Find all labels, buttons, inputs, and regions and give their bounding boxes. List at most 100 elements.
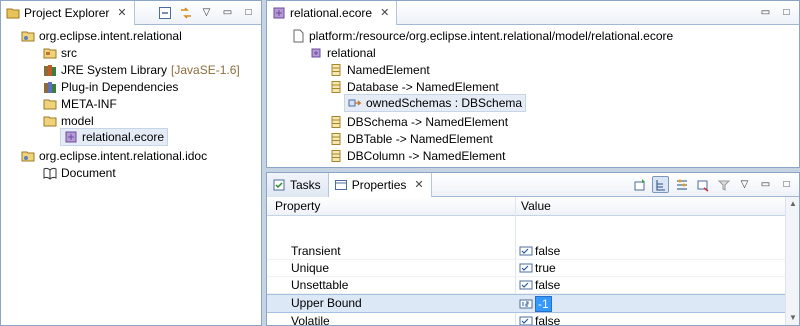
tree-item-src[interactable]: src — [43, 44, 77, 61]
property-name: Upper Bound — [291, 296, 362, 310]
tasks-icon — [273, 179, 285, 191]
property-value-editor[interactable]: -1 — [519, 296, 552, 312]
properties-scrollbar[interactable]: ▲ ▼ — [785, 197, 799, 325]
view-menu-button[interactable]: ▽ — [198, 4, 215, 21]
property-value: false — [535, 244, 561, 258]
tree-item-eclass[interactable]: DBTable -> NamedElement — [329, 130, 493, 147]
editor-tabbar: relational.ecore ✕ ▭ □ — [267, 1, 799, 25]
tree-item-jre[interactable]: JRE System Library [JavaSE-1.6] — [43, 61, 240, 78]
tab-label: Properties — [351, 178, 407, 192]
maximize-icon: □ — [783, 7, 790, 18]
tree-item-idoc-project[interactable]: org.eclipse.intent.relational.idoc — [21, 147, 207, 164]
property-value-cell: false — [519, 314, 560, 325]
property-value: false — [535, 278, 561, 292]
explorer-toolbar: ▽ ▭ □ — [156, 4, 257, 21]
tree-item-eclass[interactable]: DBSchema -> NamedElement — [329, 113, 508, 130]
tree-item-label: src — [61, 45, 77, 60]
property-value: true — [535, 261, 556, 275]
filter-icon — [717, 180, 730, 191]
property-name: Transient — [291, 244, 341, 258]
view-menu-button[interactable]: ▽ — [736, 176, 753, 193]
property-row-upper-bound[interactable]: Upper Bound -1 — [267, 294, 785, 313]
tree-item-ereference[interactable]: ownedSchemas : DBSchema — [344, 94, 527, 112]
minimize-icon: ▭ — [760, 7, 771, 18]
tree-item-label: NamedElement — [347, 62, 430, 77]
maximize-button[interactable]: □ — [778, 4, 795, 21]
tree-item-plugin-dependencies[interactable]: Plug-in Dependencies — [43, 78, 178, 95]
properties-table-header: Property Value — [267, 197, 785, 216]
upper-bound-value-input[interactable]: -1 — [535, 296, 552, 312]
tree-item-label: DBSchema -> NamedElement — [347, 114, 509, 129]
property-row-volatile[interactable]: Volatile false — [267, 313, 785, 325]
eclass-icon — [331, 115, 341, 128]
minimize-icon: ▭ — [222, 7, 233, 18]
tree-item-resource[interactable]: platform:/resource/org.eclipse.intent.re… — [291, 27, 673, 44]
tree-item-relational-ecore[interactable]: relational.ecore — [60, 128, 169, 146]
view-menu-icon: ▽ — [202, 7, 211, 18]
properties-table: Property Value Transient false Unique tr… — [267, 197, 785, 325]
tree-item-decoration: [JavaSE-1.6] — [171, 62, 240, 77]
restore-default-button[interactable] — [694, 176, 711, 193]
tree-item-meta-inf[interactable]: META-INF — [43, 95, 117, 112]
source-folder-icon — [43, 48, 57, 58]
eclass-icon — [331, 149, 341, 162]
tab-project-explorer[interactable]: Project Explorer ✕ — [1, 1, 135, 25]
maximize-icon: □ — [783, 179, 790, 190]
close-icon[interactable]: ✕ — [117, 7, 126, 19]
restore-default-icon — [697, 180, 708, 192]
epackage-icon — [311, 48, 321, 57]
show-categories-button[interactable] — [652, 176, 669, 193]
tree-item-label: META-INF — [61, 96, 117, 111]
close-icon[interactable]: ✕ — [380, 7, 389, 19]
tree-item-label: JRE System Library — [61, 62, 168, 77]
tree-item-model[interactable]: model — [43, 112, 94, 129]
property-value-cell: false — [519, 278, 560, 292]
tree-item-label: model — [61, 113, 94, 128]
tab-label: Tasks — [290, 178, 321, 192]
tree-item-eclass[interactable]: Database -> NamedElement — [329, 78, 499, 95]
column-header-value[interactable]: Value — [521, 199, 551, 213]
minimize-button[interactable]: ▭ — [219, 4, 236, 21]
eclass-icon — [331, 63, 341, 76]
eclass-icon — [331, 132, 341, 145]
tree-item-eclass[interactable]: DBColumn -> NamedElement — [329, 147, 505, 164]
property-row-unsettable[interactable]: Unsettable false — [267, 277, 785, 294]
scroll-up-arrow-icon[interactable]: ▲ — [786, 197, 799, 211]
tree-item-package[interactable]: relational — [309, 44, 376, 61]
tree-item-label: platform:/resource/org.eclipse.intent.re… — [309, 28, 674, 43]
tree-item-label: Plug-in Dependencies — [61, 79, 179, 94]
column-header-property[interactable]: Property — [275, 199, 320, 213]
tree-item-label: relational — [327, 45, 376, 60]
editor-toolbar: ▭ □ — [757, 4, 795, 21]
minimize-button[interactable]: ▭ — [757, 4, 774, 21]
tree-item-project[interactable]: org.eclipse.intent.relational — [21, 27, 182, 44]
scroll-down-arrow-icon[interactable]: ▼ — [786, 311, 799, 325]
tree-item-label: DBTable -> NamedElement — [347, 131, 493, 146]
boolean-value-icon — [519, 316, 533, 325]
property-row-transient[interactable]: Transient false — [267, 243, 785, 260]
document-book-icon — [43, 167, 57, 180]
tree-item-label: ownedSchemas : DBSchema — [366, 96, 523, 110]
project-explorer-icon — [6, 8, 20, 19]
tree-item-eclass[interactable]: NamedElement — [329, 61, 430, 78]
maximize-button[interactable]: □ — [240, 4, 257, 21]
tab-relational-ecore[interactable]: relational.ecore ✕ — [267, 1, 398, 25]
properties-toolbar: ▽ ▭ □ — [631, 176, 795, 193]
collapse-all-button[interactable] — [156, 4, 173, 21]
pin-button[interactable] — [631, 176, 648, 193]
properties-view: Tasks Properties ✕ ▽ ▭ □ Property Value … — [266, 172, 800, 326]
advanced-icon — [676, 179, 687, 190]
maximize-button[interactable]: □ — [778, 176, 795, 193]
filter-button[interactable] — [715, 176, 732, 193]
tab-tasks[interactable]: Tasks — [267, 173, 329, 197]
link-with-editor-button[interactable] — [177, 4, 194, 21]
tree-item-document[interactable]: Document — [43, 164, 116, 181]
minimize-icon: ▭ — [760, 179, 771, 190]
close-icon[interactable]: ✕ — [414, 179, 423, 191]
show-advanced-button[interactable] — [673, 176, 690, 193]
tab-properties[interactable]: Properties ✕ — [328, 173, 432, 197]
folder-icon — [43, 99, 57, 109]
property-row-unique[interactable]: Unique true — [267, 260, 785, 277]
folder-icon — [43, 116, 57, 126]
minimize-button[interactable]: ▭ — [757, 176, 774, 193]
